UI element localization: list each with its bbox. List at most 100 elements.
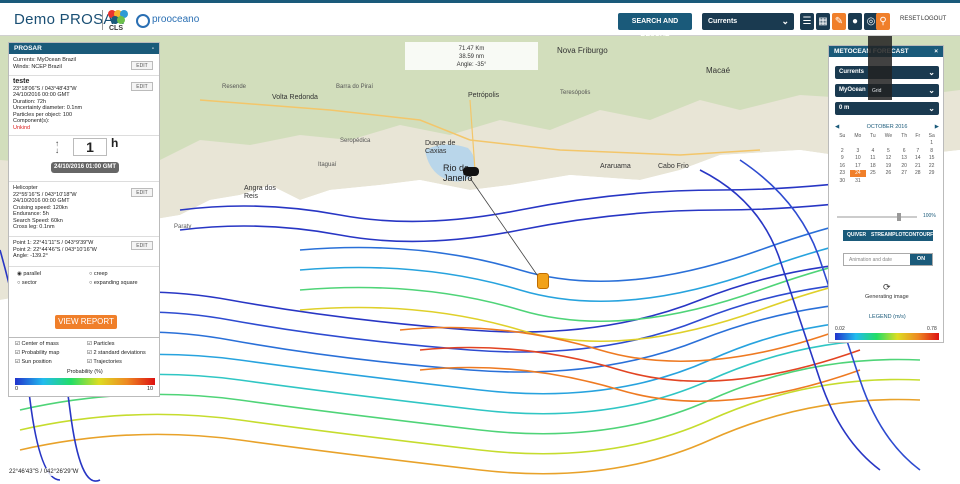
- chevron-down-icon: ⌄: [928, 86, 935, 95]
- quiver-button[interactable]: QUIVER: [847, 230, 866, 241]
- helicopter-icon[interactable]: [463, 167, 479, 176]
- animation-placeholder: Animation and date: [849, 257, 893, 263]
- opacity-slider-handle[interactable]: [897, 213, 901, 221]
- streamplot-button[interactable]: STREAMPLOT: [871, 230, 905, 241]
- calendar-day[interactable]: 31: [850, 177, 867, 185]
- logout-button[interactable]: LOGOUT: [921, 16, 946, 22]
- calendar-day[interactable]: 21: [911, 162, 924, 170]
- calendar-day[interactable]: 28: [911, 170, 924, 178]
- marker-icon[interactable]: ●: [848, 13, 862, 30]
- edit-model-button[interactable]: EDIT: [131, 61, 153, 70]
- prosar-app: Demo PROSAR CLS prooceano SEARCH AND RES…: [0, 0, 960, 484]
- calendar-day[interactable]: 22: [924, 162, 939, 170]
- layer-select-value: Currents: [708, 18, 738, 25]
- edit-helicopter-button[interactable]: EDIT: [131, 188, 153, 197]
- std-dev-checkbox[interactable]: ☑ 2 standard deviations: [87, 350, 146, 356]
- particles-checkbox[interactable]: ☑ Particles: [87, 341, 115, 347]
- calendar-day[interactable]: 29: [924, 170, 939, 178]
- calendar-day[interactable]: 24: [849, 169, 867, 177]
- cls-logo-text: CLS: [109, 25, 123, 32]
- sun-position-checkbox[interactable]: ☑ Sun position: [15, 359, 52, 365]
- chevron-down-icon: ⌄: [928, 104, 935, 113]
- tooltip-label: Grid: [872, 88, 882, 94]
- object-component-name: Unkind: [13, 124, 31, 131]
- center-of-mass-checkbox[interactable]: ☑ Center of mass: [15, 341, 59, 347]
- label-nova-friburgo: Nova Friburgo: [557, 46, 608, 55]
- pattern-creep-radio[interactable]: ○ creep: [89, 271, 108, 278]
- label-paraty: Paraty: [174, 224, 192, 230]
- pattern-sector-radio[interactable]: ○ sector: [17, 280, 37, 287]
- calendar-day[interactable]: 2: [835, 147, 850, 155]
- calendar-day[interactable]: 26: [880, 170, 898, 178]
- calendar-weekday: Mo: [854, 132, 862, 139]
- calendar-day[interactable]: 15: [924, 155, 939, 163]
- legend-title: LEGEND (m/s): [869, 314, 906, 320]
- layers-icon[interactable]: ☰: [800, 13, 814, 30]
- label-araruama: Araruama: [600, 163, 631, 170]
- brand-divider: [102, 10, 103, 30]
- reset-button[interactable]: RESET: [900, 16, 920, 22]
- metocean-depth-select[interactable]: 0 m ⌄: [835, 102, 939, 115]
- minimize-icon[interactable]: -: [152, 43, 154, 54]
- calendar-day[interactable]: 6: [897, 147, 911, 155]
- calendar-day[interactable]: 5: [880, 147, 898, 155]
- viz-mode-group: QUIVER STREAMPLOT CONTOURF: [843, 230, 933, 241]
- calendar-day[interactable]: 17: [850, 162, 867, 170]
- time-step-input[interactable]: 1: [73, 138, 107, 156]
- calendar-day[interactable]: 27: [897, 170, 911, 178]
- calendar-day[interactable]: 12: [880, 155, 898, 163]
- search-icon[interactable]: ⚲: [876, 13, 890, 30]
- calendar-day: [866, 177, 879, 185]
- opacity-slider[interactable]: [837, 216, 917, 218]
- prosar-panel-title: PROSAR: [14, 45, 42, 52]
- calendar-day[interactable]: 4: [866, 147, 879, 155]
- calendar-day[interactable]: 20: [897, 162, 911, 170]
- animation-date-input[interactable]: Animation and date ON: [843, 253, 933, 266]
- measure-nm: 38.59 nm: [458, 54, 485, 60]
- label-angra-dos-reis: Angra dos Reis: [244, 185, 276, 200]
- search-object-marker-icon[interactable]: [537, 273, 549, 289]
- calendar-day[interactable]: 13: [897, 155, 911, 163]
- calendar-day[interactable]: 30: [835, 177, 850, 185]
- calendar-day[interactable]: 7: [911, 147, 924, 155]
- animation-toggle-button[interactable]: ON: [910, 254, 932, 265]
- stepper-arrows-icon[interactable]: ↑ ↓: [55, 140, 59, 155]
- view-report-button[interactable]: VIEW REPORT: [55, 315, 117, 329]
- prev-month-icon[interactable]: ◀: [835, 124, 839, 130]
- pattern-expanding-square-radio[interactable]: ○ expanding square: [89, 280, 138, 287]
- calendar-day[interactable]: 3: [850, 147, 867, 155]
- calendar-day[interactable]: 19: [880, 162, 898, 170]
- prosar-panel-header: PROSAR -: [9, 43, 159, 54]
- grid-icon[interactable]: ▦: [816, 13, 830, 30]
- edit-object-button[interactable]: EDIT: [131, 82, 153, 91]
- time-step-unit: h: [111, 136, 119, 150]
- label-itaguai: Itaguaí: [318, 162, 337, 168]
- trajectories-checkbox[interactable]: ☑ Trajectories: [87, 359, 122, 365]
- calendar-day[interactable]: 23: [835, 170, 850, 178]
- calendar-day[interactable]: 10: [850, 155, 867, 163]
- pencil-icon[interactable]: ✎: [832, 13, 846, 30]
- calendar-day[interactable]: 11: [866, 155, 879, 163]
- label-cabo-frio: Cabo Frio: [658, 163, 689, 170]
- next-month-icon[interactable]: ▶: [935, 124, 939, 130]
- calendar-day[interactable]: 16: [835, 162, 850, 170]
- contourf-button[interactable]: CONTOURF: [905, 230, 933, 241]
- calendar-day[interactable]: 25: [866, 170, 879, 178]
- pattern-parallel-radio[interactable]: ◉ parallel: [17, 271, 41, 278]
- calendar-day[interactable]: 8: [924, 147, 939, 155]
- close-icon[interactable]: ×: [934, 46, 938, 57]
- calendar-day: [880, 140, 898, 148]
- prosar-panel: PROSAR - Currents: MyOcean Brazil Winds:…: [8, 42, 160, 342]
- layer-select[interactable]: Currents ⌄: [702, 13, 794, 30]
- calendar-grid: Su Mo Tu We Th Fr Sa 1 2 3 4 5 6 7 8 9 10 11 12 13 14 15 16 17…: [835, 132, 939, 185]
- calendar-day[interactable]: 9: [835, 155, 850, 163]
- calendar-day: [866, 140, 879, 148]
- calendar-day[interactable]: 18: [866, 162, 879, 170]
- calendar-day[interactable]: 14: [911, 155, 924, 163]
- probability-map-checkbox[interactable]: ☑ Probability map: [15, 350, 59, 356]
- calendar-day: [880, 177, 898, 185]
- pattern-section: ◉ parallel ○ creep ○ sector ○ expanding …: [9, 267, 159, 291]
- search-and-rescue-button[interactable]: SEARCH AND RESCUE: [618, 13, 692, 42]
- calendar-day[interactable]: 1: [924, 140, 939, 148]
- edit-route-button[interactable]: EDIT: [131, 241, 153, 250]
